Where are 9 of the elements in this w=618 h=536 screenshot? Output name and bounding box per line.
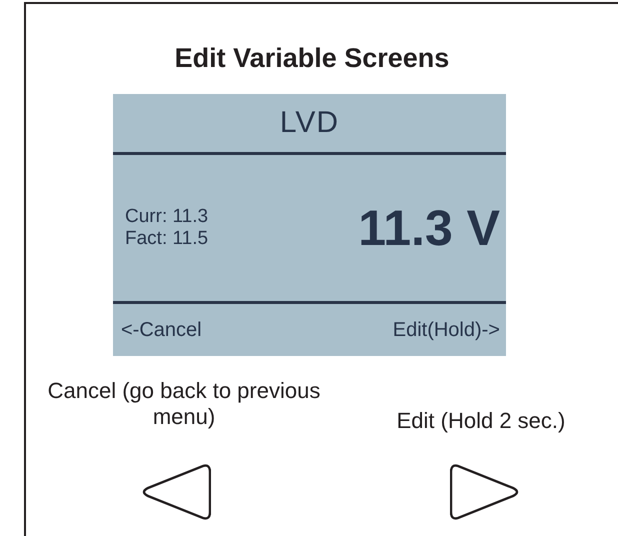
voltage-value: 11.3 V [358, 199, 500, 257]
figure-title: Edit Variable Screens [174, 42, 450, 74]
button-caption: Cancel (go back to previous menu) [46, 378, 322, 431]
cancel-label: <-Cancel [121, 318, 202, 342]
reading-text: Curr: 11.3 [125, 206, 208, 228]
edit-label: Edit(Hold)-> [392, 318, 500, 342]
screen-header: LVD [280, 106, 340, 140]
button-caption: Edit (Hold 2 sec.) [396, 408, 566, 434]
reading-text: Fact: 11.5 [125, 228, 208, 250]
